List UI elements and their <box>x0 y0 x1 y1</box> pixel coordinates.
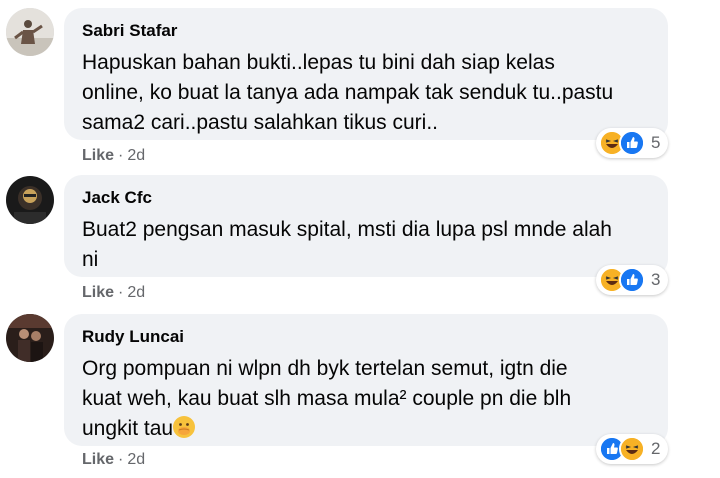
reaction-count: 2 <box>651 439 661 458</box>
comment-bubble: Jack Cfc Buat2 pengsan masuk spital, mst… <box>64 175 668 277</box>
comment-author[interactable]: Sabri Stafar <box>82 20 650 42</box>
comment-line: ungkit tau <box>82 414 650 444</box>
comment-line: online, ko buat la tanya ada nampak tak … <box>82 81 614 104</box>
comment-author[interactable]: Jack Cfc <box>82 187 650 209</box>
comment-actions: Like · 2d <box>82 450 145 470</box>
comment-timestamp[interactable]: 2d <box>127 284 145 301</box>
like-button[interactable]: Like <box>82 284 114 301</box>
comment-line: Org pompuan ni wlpn dh byk tertelan semu… <box>82 357 568 380</box>
separator-dot: · <box>118 284 124 301</box>
reaction-summary[interactable]: 5 <box>596 128 668 158</box>
separator-dot: · <box>118 147 124 164</box>
comment-timestamp[interactable]: 2d <box>127 147 145 164</box>
like-button[interactable]: Like <box>82 451 114 468</box>
comment-text: Org pompuan ni wlpn dh byk tertelan semu… <box>82 354 650 444</box>
avatar[interactable] <box>6 8 54 56</box>
avatar[interactable] <box>6 314 54 362</box>
reaction-summary[interactable]: 2 <box>596 434 668 464</box>
like-icon <box>619 130 645 156</box>
comment-actions: Like · 2d <box>82 146 145 166</box>
comment-line: ni <box>82 248 99 271</box>
comment-bubble: Sabri Stafar Hapuskan bahan bukti..lepas… <box>64 8 668 140</box>
comment-author[interactable]: Rudy Luncai <box>82 326 650 348</box>
like-button[interactable]: Like <box>82 147 114 164</box>
reaction-summary[interactable]: 3 <box>596 265 668 295</box>
avatar[interactable] <box>6 176 54 224</box>
comment-timestamp[interactable]: 2d <box>127 451 145 468</box>
comment-text: Hapuskan bahan bukti..lepas tu bini dah … <box>82 48 650 138</box>
reaction-count: 3 <box>651 270 661 289</box>
comment-line: Hapuskan bahan bukti..lepas tu bini dah … <box>82 51 555 74</box>
comment-line: Buat2 pengsan masuk spital, msti dia lup… <box>82 218 612 241</box>
separator-dot: · <box>118 451 124 468</box>
comment-line: sama2 cari..pastu salahkan tikus curi.. <box>82 111 438 134</box>
comment-bubble: Rudy Luncai Org pompuan ni wlpn dh byk t… <box>64 314 668 446</box>
comment-line: kuat weh, kau buat slh masa mula² couple… <box>82 387 572 410</box>
comment-actions: Like · 2d <box>82 283 145 303</box>
comment-line-text: ungkit tau <box>82 417 174 440</box>
haha-icon <box>619 436 645 462</box>
comment-text: Buat2 pengsan masuk spital, msti dia lup… <box>82 215 650 275</box>
reaction-count: 5 <box>651 133 661 152</box>
face-with-hand-over-mouth-emoji <box>173 416 196 438</box>
like-icon <box>619 267 645 293</box>
